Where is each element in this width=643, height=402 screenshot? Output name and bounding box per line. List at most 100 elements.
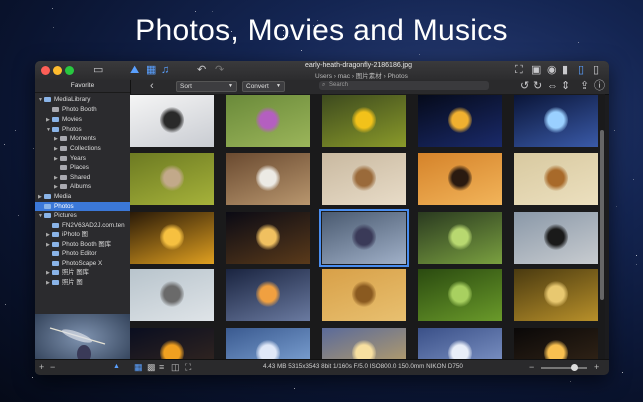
sidebar-item[interactable]: ▼ MediaLibrary xyxy=(35,95,133,104)
thumbnail-subject xyxy=(544,281,568,307)
thumbnail-subject xyxy=(544,224,568,250)
close-window-button[interactable] xyxy=(41,66,50,75)
inspector-toggle-icon[interactable]: ▯ xyxy=(593,64,599,77)
back-icon[interactable]: ‹ xyxy=(150,80,154,93)
zoom-out-icon[interactable]: − xyxy=(529,362,534,372)
photo-thumbnail[interactable] xyxy=(130,269,214,321)
photo-thumbnail[interactable] xyxy=(322,153,406,205)
rotate-ccw-icon[interactable]: ↺ xyxy=(520,80,529,93)
sidebar-item[interactable]: Photo Booth xyxy=(35,105,141,114)
sidebar-item[interactable]: ▶ iPhoto 图 xyxy=(35,230,141,239)
folder-icon[interactable]: ▭ xyxy=(93,64,103,77)
sidebar-item[interactable]: ▼ Pictures xyxy=(35,211,133,220)
photo-thumbnail[interactable] xyxy=(226,328,310,360)
photo-thumbnail[interactable] xyxy=(514,212,598,264)
sidebar-toggle-icon[interactable]: ▯ xyxy=(578,64,584,77)
filmstrip-view-icon[interactable]: ◫ xyxy=(171,362,180,372)
sidebar-item-label: MediaLibrary xyxy=(54,96,91,103)
info-icon[interactable]: ⓘ xyxy=(594,80,605,93)
thumbnail-subject xyxy=(160,340,184,360)
sidebar-item-label: PhotoScape X xyxy=(62,260,103,267)
large-grid-view-icon[interactable]: ▩ xyxy=(147,362,156,372)
photo-thumbnail[interactable] xyxy=(130,328,214,360)
thumbnail-subject xyxy=(160,281,184,307)
sidebar: Favorite ▼ MediaLibrary Photo Booth ▶ Movies… xyxy=(35,80,133,374)
music-filter-icon[interactable]: ♫ xyxy=(161,64,169,77)
folder-icon xyxy=(44,96,51,102)
photo-thumbnail[interactable] xyxy=(322,95,406,147)
thumbnail-subject xyxy=(448,165,472,191)
sort-dropdown[interactable]: Sort ▼ xyxy=(176,81,237,92)
flip-vertical-icon[interactable]: ⇕ xyxy=(561,80,570,93)
photo-thumbnail[interactable] xyxy=(322,269,406,321)
photo-thumbnail[interactable] xyxy=(418,269,502,321)
share-icon[interactable]: ⇪ xyxy=(580,80,589,93)
sidebar-item[interactable]: ▶ Photo Booth 图库 xyxy=(35,240,141,249)
flip-horizontal-icon[interactable]: ⇔ xyxy=(547,80,558,93)
fullscreen-icon[interactable]: ⛶ xyxy=(185,362,191,372)
folder-icon xyxy=(44,212,51,218)
list-view-icon[interactable]: ≡ xyxy=(159,362,164,372)
rotate-cw-icon[interactable]: ↻ xyxy=(533,80,542,93)
photo-thumbnail[interactable] xyxy=(226,269,310,321)
star xyxy=(301,50,302,51)
photo-thumbnail[interactable] xyxy=(514,269,598,321)
photo-thumbnail[interactable] xyxy=(130,212,214,264)
search-input[interactable]: ⌕ Search xyxy=(319,81,489,90)
zoom-slider-thumb[interactable] xyxy=(571,364,578,371)
sidebar-item[interactable]: ▶ Movies xyxy=(35,115,141,124)
photo-thumbnail[interactable] xyxy=(418,328,502,360)
photo-thumbnail[interactable] xyxy=(322,328,406,360)
folder-icon xyxy=(60,183,67,189)
color-wheel-icon[interactable]: ◉ xyxy=(547,64,557,77)
grid-view-icon[interactable]: ▦ xyxy=(134,362,143,372)
star xyxy=(419,54,420,55)
convert-dropdown[interactable]: Convert ▼ xyxy=(242,81,285,92)
sidebar-item[interactable]: Photos xyxy=(35,202,133,211)
sidebar-item[interactable]: FN2V63AD2J.com.ten xyxy=(35,221,141,230)
sidebar-item[interactable]: Photo Editor xyxy=(35,249,141,258)
resize-icon[interactable]: ▣ xyxy=(531,64,541,77)
photo-thumbnail[interactable] xyxy=(418,153,502,205)
status-bar: + − ▲ ▦ ▩ ≡ ◫ ⛶ 4.43 MB 5315x3543 8bit 1… xyxy=(35,359,609,375)
remove-icon[interactable]: − xyxy=(50,362,55,372)
photos-filter-icon[interactable]: ⛰ xyxy=(130,64,139,77)
thumbnail-subject xyxy=(352,107,376,133)
add-icon[interactable]: + xyxy=(39,362,44,372)
sidebar-item[interactable]: ▶ Media xyxy=(35,192,133,201)
crop-icon[interactable]: ⛶ xyxy=(515,64,523,77)
photo-thumbnail[interactable] xyxy=(226,153,310,205)
photo-thumbnail[interactable] xyxy=(226,95,310,147)
rotate-right-icon[interactable]: ↷ xyxy=(215,64,224,77)
sidebar-item-label: Photo Booth 图库 xyxy=(62,241,112,248)
rotate-left-icon[interactable]: ↶ xyxy=(197,64,206,77)
photo-thumbnail[interactable] xyxy=(514,153,598,205)
zoom-in-icon[interactable]: + xyxy=(594,362,599,372)
photo-thumbnail[interactable] xyxy=(418,212,502,264)
histogram-icon[interactable]: ▮ xyxy=(562,64,568,77)
movies-filter-icon[interactable]: ▦ xyxy=(146,64,156,77)
photo-thumbnail[interactable] xyxy=(226,212,310,264)
sidebar-item-label: Moments xyxy=(70,135,96,142)
photo-thumbnail[interactable] xyxy=(514,328,598,360)
thumbnail-subject xyxy=(352,281,376,307)
convert-label: Convert xyxy=(246,83,269,90)
sidebar-item[interactable]: ▶ 照片 图 xyxy=(35,278,141,287)
photo-thumbnail[interactable] xyxy=(319,209,409,267)
zoom-window-button[interactable] xyxy=(65,66,74,75)
folder-icon xyxy=(52,260,59,266)
scrollbar[interactable] xyxy=(600,130,604,300)
sidebar-item[interactable]: PhotoScape X xyxy=(35,259,141,268)
folder-icon xyxy=(52,269,59,275)
photo-thumbnail[interactable] xyxy=(130,95,214,147)
zoom-slider[interactable] xyxy=(541,364,587,371)
star xyxy=(15,130,16,131)
minimize-window-button[interactable] xyxy=(53,66,62,75)
photo-thumbnail[interactable] xyxy=(130,153,214,205)
eject-icon[interactable]: ▲ xyxy=(113,362,120,372)
thumbnail-subject xyxy=(256,165,280,191)
photo-thumbnail[interactable] xyxy=(514,95,598,147)
sidebar-item[interactable]: ▶ 照片 图库 xyxy=(35,268,141,277)
sidebar-item[interactable]: ▼ Photos xyxy=(35,125,141,134)
photo-thumbnail[interactable] xyxy=(418,95,502,147)
